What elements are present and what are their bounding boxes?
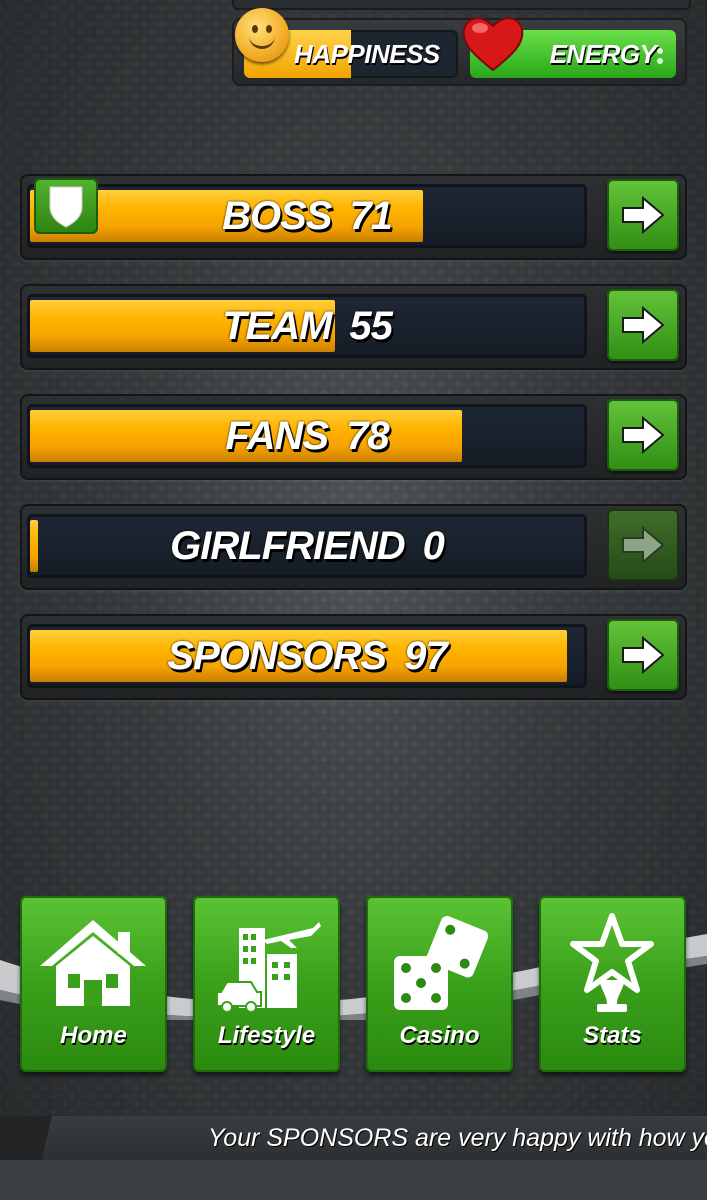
stats-button[interactable]: Stats	[539, 896, 686, 1072]
relationship-label: SPONSORS 97	[27, 624, 587, 688]
stats-label: Stats	[583, 1022, 642, 1049]
arrow-right-icon	[622, 305, 665, 345]
relationship-value: 78	[346, 413, 389, 458]
relationship-label: TEAM 55	[27, 294, 587, 358]
relationship-bar: FANS 78	[27, 404, 587, 468]
boss-arrow-button[interactable]	[607, 179, 679, 251]
energy-dots	[654, 44, 666, 68]
house-icon	[40, 920, 146, 1006]
bottom-band	[0, 1160, 707, 1200]
arrow-right-icon	[622, 525, 665, 565]
relationship-row-boss: BOSS 71	[20, 174, 687, 260]
relationship-label: FANS 78	[27, 404, 587, 468]
relationship-name: SPONSORS	[167, 633, 387, 678]
relationship-value: 55	[349, 303, 392, 348]
relationship-label: GIRLFRIEND 0	[27, 514, 587, 578]
casino-label: Casino	[399, 1022, 480, 1049]
relationship-row-team: TEAM 55	[20, 284, 687, 370]
relationship-bar: BOSS 71	[27, 184, 587, 248]
arrow-right-icon	[622, 415, 665, 455]
trophy-icon	[570, 913, 654, 1012]
lifestyle-label: Lifestyle	[217, 1022, 316, 1049]
relationship-name: GIRLFRIEND	[170, 523, 405, 568]
home-label: Home	[60, 1022, 127, 1049]
relationship-bar: GIRLFRIEND 0	[27, 514, 587, 578]
relationship-value: 97	[404, 633, 447, 678]
relationship-label: BOSS 71	[27, 184, 587, 248]
heart-icon	[462, 17, 524, 72]
dice-icon	[394, 915, 489, 1010]
sponsors-arrow-button[interactable]	[607, 619, 679, 691]
arrow-right-icon	[622, 635, 665, 675]
relationship-bar: SPONSORS 97	[27, 624, 587, 688]
team-arrow-button[interactable]	[607, 289, 679, 361]
ticker-message: Your SPONSORS are very happy with how yo…	[208, 1123, 707, 1152]
relationship-value: 0	[422, 523, 445, 568]
ticker-tab	[0, 1116, 52, 1160]
happiness-label: HAPPINESS	[294, 38, 440, 69]
arrow-right-icon	[622, 195, 665, 235]
relationship-row-fans: FANS 78	[20, 394, 687, 480]
news-ticker: Your SPONSORS are very happy with how yo…	[0, 1116, 707, 1160]
top-panel-edge	[232, 0, 691, 10]
casino-button[interactable]: Casino	[366, 896, 513, 1072]
home-button[interactable]: Home	[20, 896, 167, 1072]
relationship-name: BOSS	[222, 193, 332, 238]
relationship-value: 71	[349, 193, 392, 238]
relationship-row-sponsors: SPONSORS 97	[20, 614, 687, 700]
relationship-name: TEAM	[222, 303, 332, 348]
relationship-name: FANS	[225, 413, 329, 458]
shield-icon	[34, 178, 98, 234]
city-icon	[216, 922, 321, 1013]
smiley-icon	[235, 8, 289, 62]
relationship-bar: TEAM 55	[27, 294, 587, 358]
relationship-row-girlfriend: GIRLFRIEND 0	[20, 504, 687, 590]
girlfriend-arrow-button[interactable]	[607, 509, 679, 581]
status-meters: HAPPINESS ENERGY	[232, 8, 687, 86]
lifestyle-button[interactable]: Lifestyle	[193, 896, 340, 1072]
fans-arrow-button[interactable]	[607, 399, 679, 471]
